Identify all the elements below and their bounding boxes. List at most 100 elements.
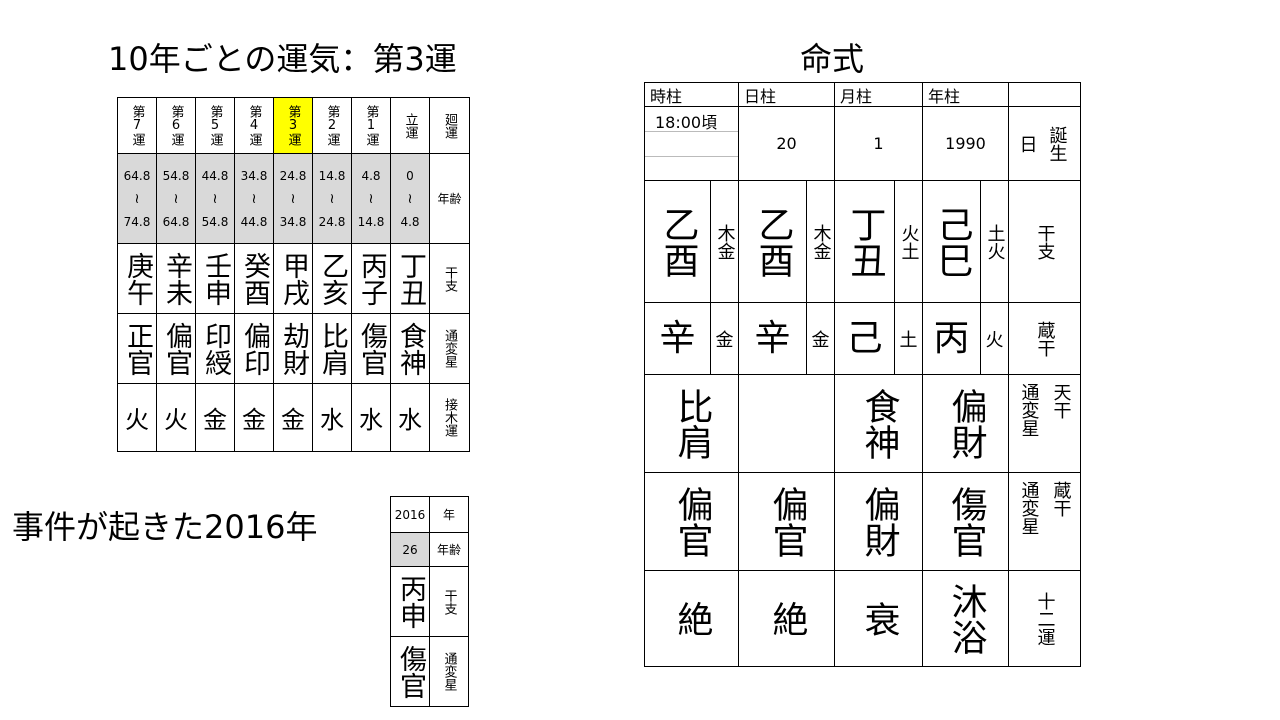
- pillar-kanshi-elements: 木金: [711, 181, 739, 303]
- luck-age-cell: 44.8 ≀ 54.8: [196, 154, 235, 244]
- luck-kanshi: 癸酉: [235, 244, 274, 314]
- birth-time: 18:00頃: [645, 107, 738, 132]
- luck-cycle-table: 第7運 第6運 第5運 第4運 第3運 第2運 第1運 立運 廻運 64.8 ≀ 74.8 54.8 ≀ 6…: [117, 97, 470, 452]
- birth-day: 20: [739, 107, 835, 181]
- zokan-tsuhen-label-cell: 通変星 蔵干: [1009, 473, 1081, 571]
- luck-tsuhen: 偏印: [235, 314, 274, 384]
- luck-element: 金: [235, 384, 274, 452]
- luck-col-label: 第7運: [118, 98, 157, 154]
- luck-tsuhen: 比肩: [313, 314, 352, 384]
- age-range-wave: ≀: [212, 190, 218, 207]
- luck-col-label: 第4運: [235, 98, 274, 154]
- luck-element: 火: [157, 384, 196, 452]
- age-end: 24.8: [318, 214, 346, 229]
- birth-month: 1: [835, 107, 923, 181]
- pillar-zokan: 己: [835, 303, 895, 375]
- luck-kanshi: 丁丑: [391, 244, 430, 314]
- age-range-wave: ≀: [251, 190, 257, 207]
- luck-element: 火: [118, 384, 157, 452]
- luck-age-cell: 4.8 ≀ 14.8: [352, 154, 391, 244]
- luck-tsuhen: 劫財: [274, 314, 313, 384]
- birth-year: 1990: [923, 107, 1009, 181]
- age-range-wave: ≀: [368, 190, 374, 207]
- luck-title: 10年ごとの運気：第3運: [108, 40, 457, 78]
- tenkan-tsuhen-label-a: 通変星: [1018, 383, 1040, 437]
- birth-label-a: 日: [1019, 134, 1038, 156]
- pillar-kanshi-elements: 木金: [807, 181, 835, 303]
- age-end: 54.8: [201, 214, 229, 229]
- age-end: 44.8: [240, 214, 268, 229]
- luck-col-label: 立運: [391, 98, 430, 154]
- age-range-wave: ≀: [290, 190, 296, 207]
- pillar-zokan-element: 火: [981, 303, 1009, 375]
- juniun: 衰: [835, 571, 923, 667]
- luck-age-cell: 64.8 ≀ 74.8: [118, 154, 157, 244]
- luck-element: 金: [196, 384, 235, 452]
- luck-age-cell: 34.8 ≀ 44.8: [235, 154, 274, 244]
- age-range-wave: ≀: [329, 190, 335, 207]
- pillar-zokan: 辛: [645, 303, 711, 375]
- zokan-tsuhen: 偏財: [835, 473, 923, 571]
- event-tsuhen: 傷官: [391, 637, 430, 707]
- age-start: 24.8: [279, 168, 307, 183]
- pillar-kanshi: 乙酉: [645, 181, 711, 303]
- age-end: 4.8: [400, 214, 420, 229]
- luck-element: 金: [274, 384, 313, 452]
- birth-label-b: 誕生: [1046, 125, 1068, 162]
- luck-col-label: 第5運: [196, 98, 235, 154]
- pillar-kanshi-elements: 土火: [981, 181, 1009, 303]
- luck-tsuhen: 印綬: [196, 314, 235, 384]
- event-kanshi: 丙申: [391, 567, 430, 637]
- luck-age-cell: 54.8 ≀ 64.8: [157, 154, 196, 244]
- age-start: 44.8: [201, 168, 229, 183]
- luck-col-label: 第3運: [274, 98, 313, 154]
- pillar-header: 年柱: [923, 83, 1009, 107]
- luck-tsuhen: 食神: [391, 314, 430, 384]
- chart-title: 命式: [800, 40, 865, 78]
- pillar-header: 日柱: [739, 83, 835, 107]
- luck-row-header-element: 接木運: [430, 384, 470, 452]
- luck-element: 水: [313, 384, 352, 452]
- luck-kanshi: 甲戌: [274, 244, 313, 314]
- age-end: 74.8: [123, 214, 151, 229]
- luck-row-header-kanshi: 干支: [430, 244, 470, 314]
- age-range-wave: ≀: [407, 190, 413, 207]
- juniun: 絶: [739, 571, 835, 667]
- birth-label-cell: 日誕生: [1009, 107, 1081, 181]
- tenkan-tsuhen: 食神: [835, 375, 923, 473]
- tenkan-tsuhen: [739, 375, 835, 473]
- juniun: 沐浴: [923, 571, 1009, 667]
- age-start: 0: [406, 168, 414, 183]
- pillar-kanshi: 丁丑: [835, 181, 895, 303]
- luck-row-header-tsuhen: 通変星: [430, 314, 470, 384]
- pillar-zokan-element: 金: [807, 303, 835, 375]
- luck-age-cell: 14.8 ≀ 24.8: [313, 154, 352, 244]
- luck-tsuhen: 傷官: [352, 314, 391, 384]
- luck-age-cell: 24.8 ≀ 34.8: [274, 154, 313, 244]
- luck-tsuhen: 正官: [118, 314, 157, 384]
- zokan-tsuhen: 偏官: [739, 473, 835, 571]
- pillar-header-empty: [1009, 83, 1081, 107]
- zokan-tsuhen: 傷官: [923, 473, 1009, 571]
- luck-kanshi: 乙亥: [313, 244, 352, 314]
- luck-element: 水: [391, 384, 430, 452]
- zokan-tsuhen: 偏官: [645, 473, 739, 571]
- age-start: 54.8: [162, 168, 190, 183]
- luck-col-label: 第2運: [313, 98, 352, 154]
- luck-col-label: 第1運: [352, 98, 391, 154]
- luck-kanshi: 丙子: [352, 244, 391, 314]
- pillar-zokan: 辛: [739, 303, 807, 375]
- age-end: 14.8: [357, 214, 385, 229]
- luck-kanshi: 壬申: [196, 244, 235, 314]
- age-start: 4.8: [361, 168, 381, 183]
- event-age-label: 年齢: [430, 533, 469, 567]
- luck-row-header-label: 廻運: [430, 98, 470, 154]
- age-range-wave: ≀: [134, 190, 140, 207]
- juniun: 絶: [645, 571, 739, 667]
- pillar-zokan-element: 金: [711, 303, 739, 375]
- meishiki-table: 時柱 日柱 月柱 年柱 18:00頃 20 1 1990 日誕生 乙酉 木金 乙酉 木金 丁丑 火土 己巳 土火…: [644, 82, 1081, 667]
- pillar-header: 月柱: [835, 83, 923, 107]
- tenkan-tsuhen: 偏財: [923, 375, 1009, 473]
- pillar-kanshi: 乙酉: [739, 181, 807, 303]
- tenkan-tsuhen: 比肩: [645, 375, 739, 473]
